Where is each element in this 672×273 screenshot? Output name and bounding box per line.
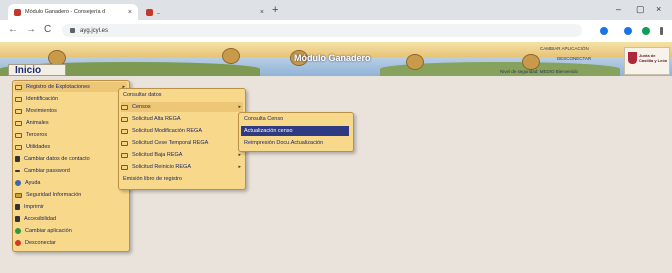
maximize-button[interactable]: ▢ — [636, 4, 645, 15]
folder-icon — [121, 140, 128, 146]
key-icon[interactable] — [600, 27, 608, 35]
menu-item-cambiar-datos[interactable]: Cambiar datos de contacto — [15, 154, 127, 164]
menu-item-terceros[interactable]: Terceros — [15, 130, 127, 140]
chevron-right-icon: ▸ — [238, 104, 241, 110]
browser-tab-inactive[interactable]: _ × — [140, 4, 270, 20]
shield-icon — [628, 52, 637, 64]
tab-close-icon[interactable]: × — [260, 9, 264, 16]
lock-icon — [70, 28, 75, 33]
chevron-right-icon: ▸ — [238, 152, 241, 158]
menu-icon[interactable] — [660, 27, 663, 35]
close-window-button[interactable]: × — [656, 4, 661, 14]
menu-item-identificacion[interactable]: Identificación — [15, 94, 127, 104]
app-title: Módulo Ganadero — [294, 53, 371, 63]
menu-item-ayuda[interactable]: Ayuda — [15, 178, 127, 188]
menu-item-cambiar-password[interactable]: Cambiar password — [15, 166, 127, 176]
hay-bale-decoration — [406, 54, 424, 70]
submenu-item-baja-rega[interactable]: Solicitud Baja REGA ▸ — [121, 150, 243, 160]
tab-title: Módulo Ganadero - Consejería d — [25, 9, 106, 15]
minimize-button[interactable]: – — [616, 4, 621, 14]
submenu-item-reinicio-rega[interactable]: Solicitud Reinicio REGA ▸ — [121, 162, 243, 172]
lock-icon — [15, 192, 22, 198]
folder-icon — [121, 104, 128, 110]
folder-icon — [15, 120, 22, 126]
security-level-text: Nivel de seguridad: MEDIO Bienvenido — [500, 69, 579, 74]
favicon-icon — [14, 8, 21, 16]
browser-tab-active[interactable]: Módulo Ganadero - Consejería d × — [8, 4, 138, 20]
switch-app-icon — [15, 228, 21, 234]
folder-icon — [121, 116, 128, 122]
new-tab-button[interactable]: + — [272, 4, 278, 16]
folder-icon — [121, 128, 128, 134]
submenu-item-emision-libro[interactable]: Emisión libro de registro — [123, 174, 243, 184]
accessibility-icon — [15, 216, 20, 222]
menu-item-cambiar-aplicacion[interactable]: Cambiar aplicación — [15, 226, 127, 236]
profile-avatar[interactable] — [642, 27, 650, 35]
registro-submenu: Consultar datos Censos ▸ Solicitud Alta R… — [118, 88, 246, 190]
hay-bale-decoration — [522, 54, 540, 70]
back-button[interactable]: ← — [8, 24, 18, 35]
person-icon — [15, 156, 20, 162]
submenu-item-modificacion-rega[interactable]: Solicitud Modificación REGA — [121, 126, 243, 136]
favicon-icon — [146, 8, 153, 16]
tab-close-icon[interactable]: × — [128, 9, 132, 16]
forward-button[interactable]: → — [26, 24, 36, 35]
menu-item-imprimir[interactable]: Imprimir — [15, 202, 127, 212]
folder-icon — [121, 164, 128, 170]
menu-item-seguridad[interactable]: Seguridad Información — [15, 190, 127, 200]
chevron-right-icon: ▸ — [238, 164, 241, 170]
arrow-icon — [15, 170, 20, 172]
menu-item-registro[interactable]: Registro de Explotaciones ▸ — [15, 82, 127, 92]
folder-icon — [15, 84, 22, 90]
submenu-item-alta-rega[interactable]: Solicitud Alta REGA — [121, 114, 243, 124]
logo-text: Junta de Castilla y León — [639, 53, 668, 63]
main-menu: Registro de Explotaciones ▸ Identificació… — [12, 80, 130, 252]
menu-item-animales[interactable]: Animales — [15, 118, 127, 128]
reload-button[interactable]: C — [44, 24, 51, 35]
censos-item-reimpresion[interactable]: Reimpresión Docu.Actualización — [241, 138, 351, 148]
submenu-item-censos[interactable]: Censos ▸ — [121, 102, 243, 112]
address-bar[interactable]: ayg.jcyl.es — [62, 24, 582, 37]
folder-icon — [15, 132, 22, 138]
browser-tab-bar: Módulo Ganadero - Consejería d × _ × + –… — [0, 0, 672, 20]
folder-icon — [15, 96, 22, 102]
inicio-menu-button[interactable]: Inicio — [8, 64, 66, 76]
folder-icon — [15, 144, 22, 150]
star-icon[interactable] — [624, 27, 632, 35]
logout-link[interactable]: DESCONECTAR — [557, 56, 591, 61]
browser-toolbar: ← → C ayg.jcyl.es — [0, 20, 672, 43]
url-text: ayg.jcyl.es — [80, 27, 109, 34]
menu-item-accesibilidad[interactable]: Accesibilidad — [15, 214, 127, 224]
junta-logo: Junta de Castilla y León — [624, 47, 670, 75]
menu-item-movimientos[interactable]: Movimientos — [15, 106, 127, 116]
hay-bale-decoration — [222, 48, 240, 64]
censos-item-actualizacion[interactable]: Actualización censo — [241, 126, 349, 136]
power-icon — [15, 240, 21, 246]
change-app-link[interactable]: CAMBIAR APLICACIÓN — [540, 46, 589, 51]
censos-item-consulta[interactable]: Consulta Censo — [241, 114, 351, 124]
menu-item-desconectar[interactable]: Desconectar — [15, 238, 127, 248]
tab-title: _ — [157, 9, 161, 15]
folder-icon — [121, 152, 128, 158]
folder-icon — [15, 108, 22, 114]
submenu-item-consultar-datos[interactable]: Consultar datos — [123, 90, 243, 100]
help-icon — [15, 180, 21, 186]
censos-submenu: Consulta Censo Actualización censo Reimp… — [238, 112, 354, 152]
menu-item-utilidades[interactable]: Utilidades — [15, 142, 127, 152]
print-icon — [15, 204, 20, 210]
submenu-item-cese-temporal-rega[interactable]: Solicitud Cese Temporal REGA — [121, 138, 243, 148]
